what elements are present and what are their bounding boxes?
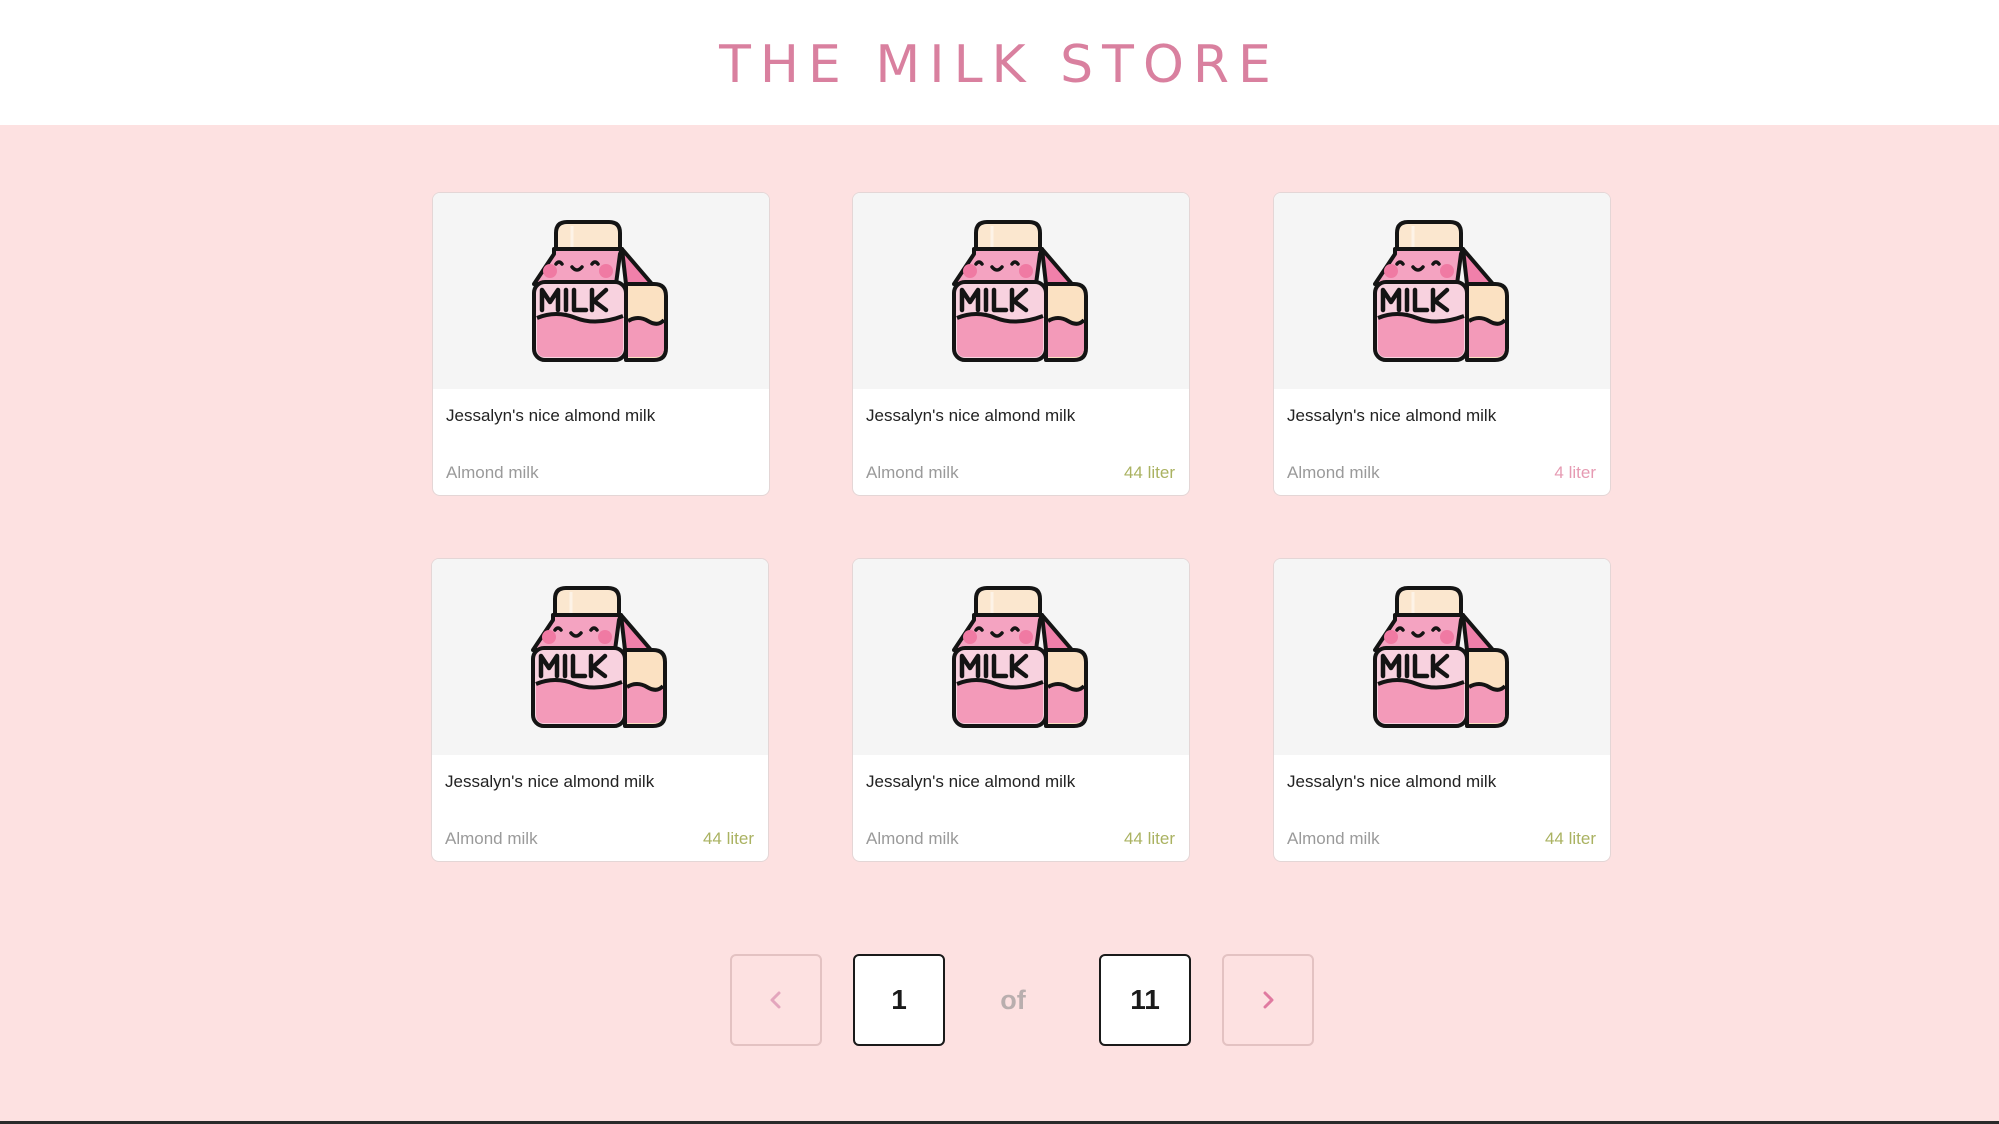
- milk-carton-icon: [526, 216, 676, 366]
- product-card[interactable]: Jessalyn's nice almond milk Almond milk …: [852, 192, 1190, 496]
- product-name: Jessalyn's nice almond milk: [446, 406, 656, 425]
- next-page-button[interactable]: [1222, 954, 1314, 1046]
- chevron-left-icon: [770, 991, 781, 1009]
- product-card[interactable]: Jessalyn's nice almond milk Almond milk …: [1273, 558, 1611, 862]
- current-page-box[interactable]: 1: [853, 954, 945, 1046]
- milk-carton-icon: [525, 582, 675, 732]
- previous-page-button[interactable]: [730, 954, 822, 1046]
- product-name: Jessalyn's nice almond milk: [1287, 406, 1497, 425]
- product-name: Jessalyn's nice almond milk: [1287, 772, 1497, 791]
- product-card[interactable]: Jessalyn's nice almond milk Almond milk: [432, 192, 770, 496]
- product-volume: 44 liter: [1123, 829, 1175, 848]
- product-volume: 44 liter: [1544, 829, 1596, 848]
- product-card[interactable]: Jessalyn's nice almond milk Almond milk …: [431, 558, 769, 862]
- product-image: [432, 559, 768, 755]
- product-image: [1274, 193, 1610, 389]
- product-category: Almond milk: [866, 463, 959, 482]
- product-category: Almond milk: [866, 829, 959, 848]
- total-pages-box: 11: [1099, 954, 1191, 1046]
- milk-carton-icon: [946, 216, 1096, 366]
- product-name: Jessalyn's nice almond milk: [866, 772, 1076, 791]
- milk-carton-icon: [1367, 216, 1517, 366]
- product-image: [433, 193, 769, 389]
- product-category: Almond milk: [446, 463, 539, 482]
- product-image: [853, 559, 1189, 755]
- milk-carton-icon: [1367, 582, 1517, 732]
- chevron-right-icon: [1263, 991, 1274, 1009]
- product-image: [853, 193, 1189, 389]
- product-card[interactable]: Jessalyn's nice almond milk Almond milk …: [1273, 192, 1611, 496]
- product-category: Almond milk: [1287, 829, 1380, 848]
- milk-carton-icon: [946, 582, 1096, 732]
- product-name: Jessalyn's nice almond milk: [445, 772, 655, 791]
- product-image: [1274, 559, 1610, 755]
- product-category: Almond milk: [445, 829, 538, 848]
- product-volume: 44 liter: [1123, 463, 1175, 482]
- product-category: Almond milk: [1287, 463, 1380, 482]
- page-of-label: of: [1000, 984, 1026, 1015]
- product-name: Jessalyn's nice almond milk: [866, 406, 1076, 425]
- product-volume: 4 liter: [1554, 463, 1596, 482]
- product-card[interactable]: Jessalyn's nice almond milk Almond milk …: [852, 558, 1190, 862]
- product-volume: 44 liter: [702, 829, 754, 848]
